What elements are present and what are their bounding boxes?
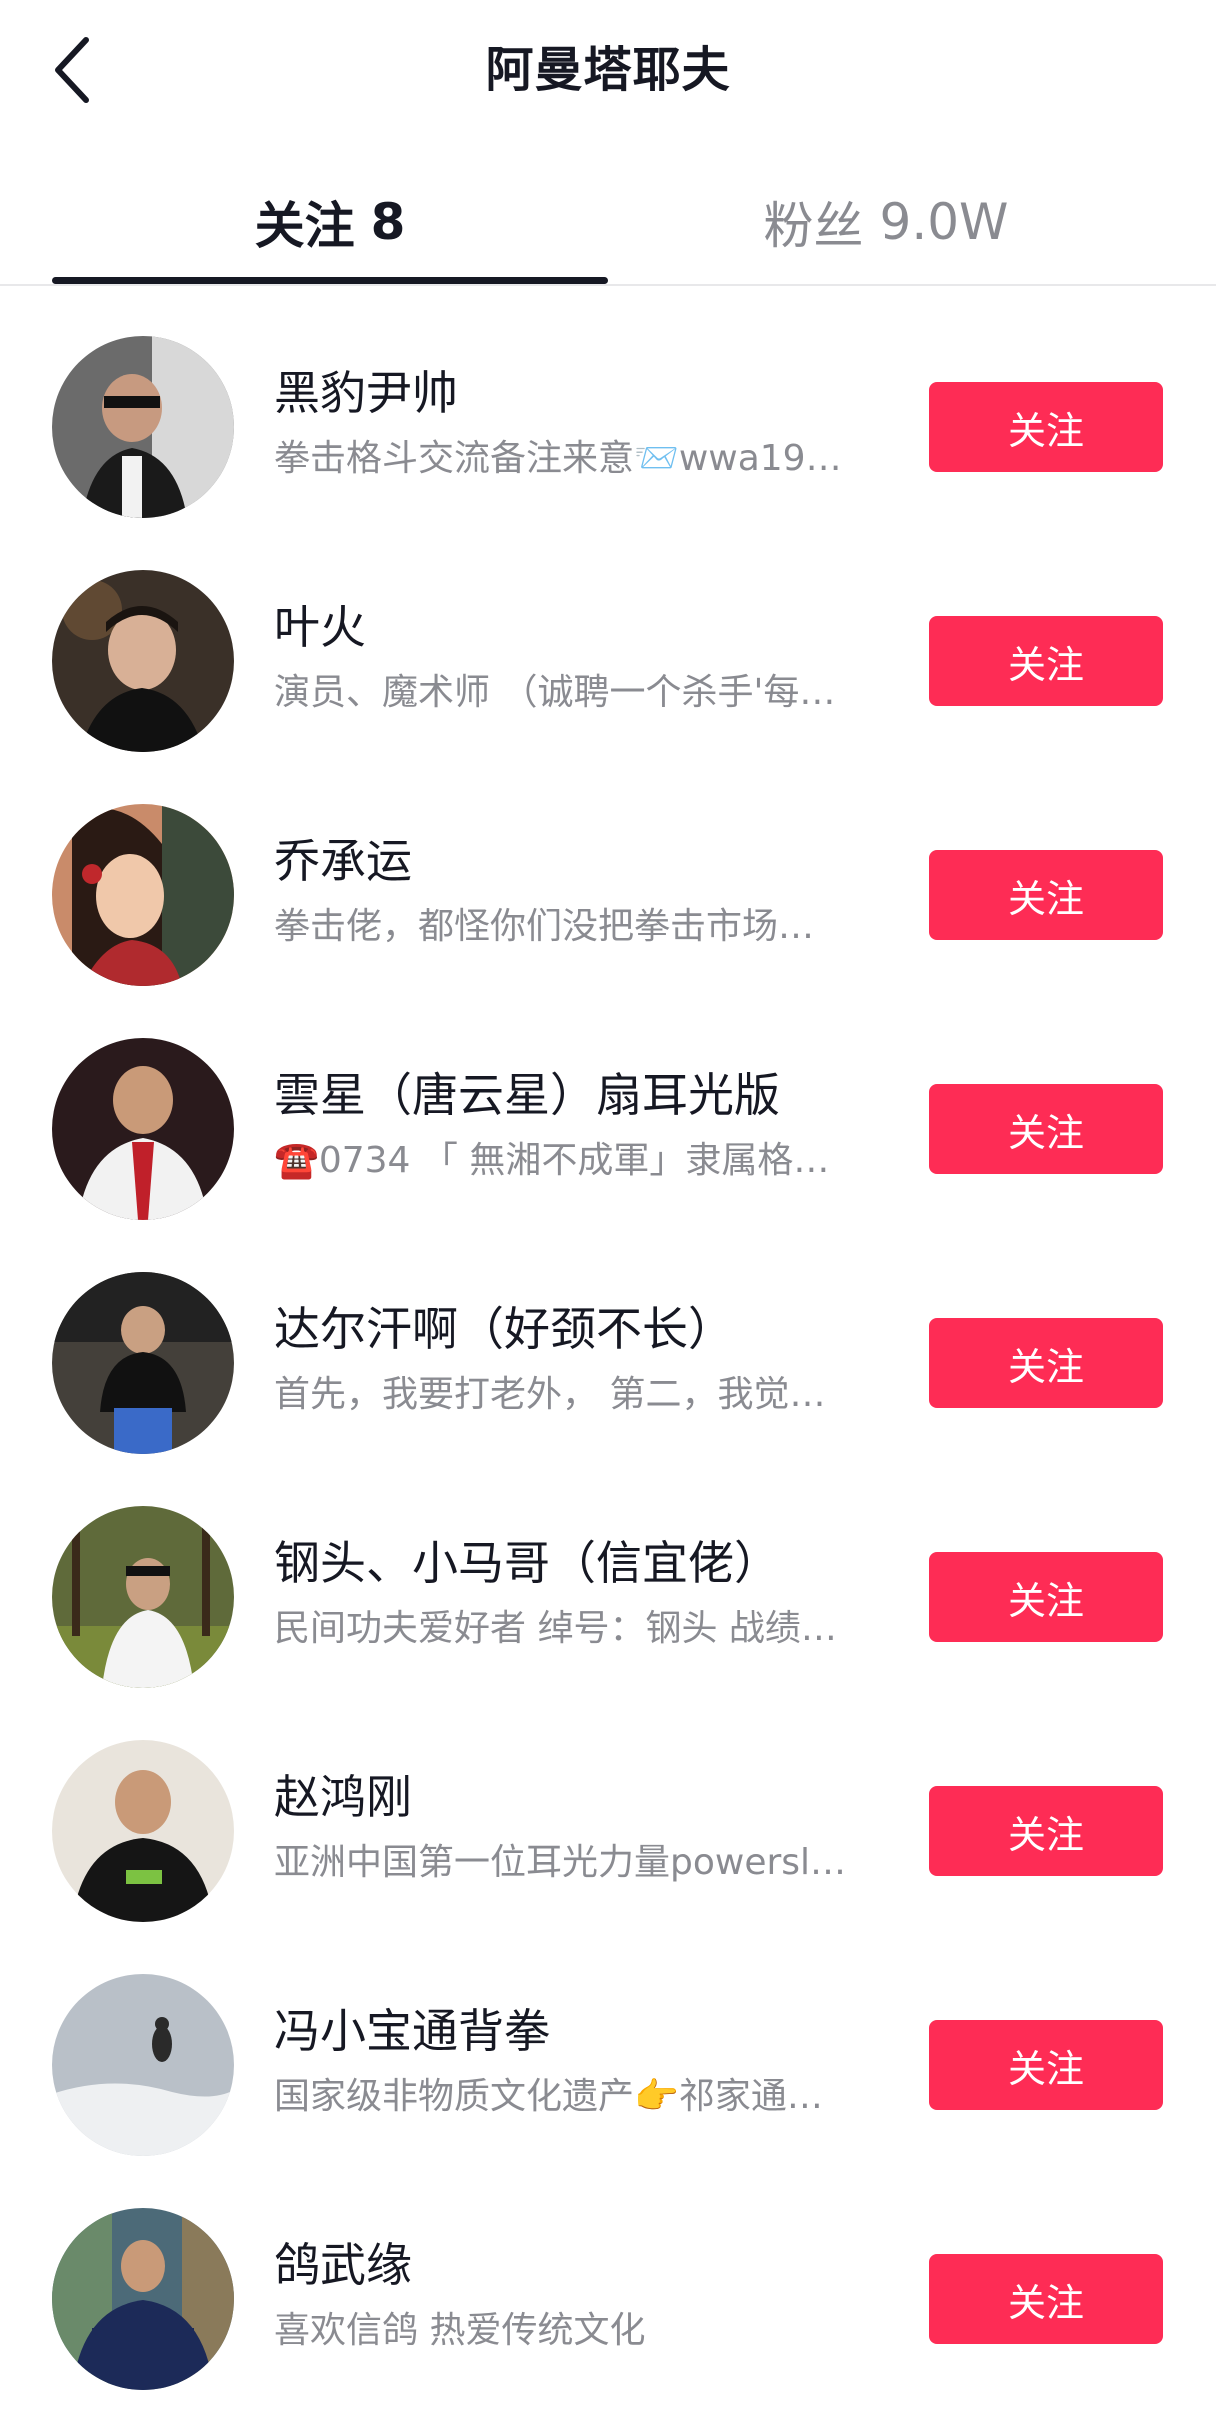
tab-following[interactable]: 关注 8 (52, 160, 608, 284)
user-bio: 国家级非物质文化遗产👉祁家通… (274, 2076, 823, 2117)
avatar[interactable] (52, 570, 234, 752)
follow-button[interactable]: 关注 (929, 2254, 1163, 2344)
user-bio: 首先，我要打老外， 第二，我觉… (274, 1374, 826, 1415)
avatar[interactable] (52, 2208, 234, 2390)
avatar[interactable] (52, 1740, 234, 1922)
user-name[interactable]: 叶火 (274, 598, 884, 656)
tab-fans[interactable]: 粉丝 9.0W (608, 160, 1164, 284)
tab-bar: 关注 8 粉丝 9.0W (0, 160, 1216, 286)
user-name[interactable]: 鸽武缘 (274, 2236, 884, 2294)
follow-button[interactable]: 关注 (929, 1786, 1163, 1876)
user-info: 乔承运 拳击佬，都怪你们没把拳击市场… (274, 832, 884, 950)
user-name[interactable]: 达尔汗啊（好颈不长） (274, 1300, 884, 1358)
user-row[interactable]: 冯小宝通背拳 国家级非物质文化遗产👉祁家通… 关注 (0, 1924, 1216, 2158)
user-name[interactable]: 雲星（唐云星）扇耳光版 (274, 1066, 884, 1124)
user-row[interactable]: 雲星（唐云星）扇耳光版 ☎️0734 「 無湘不成軍」隶属格… 关注 (0, 988, 1216, 1222)
user-info: 赵鸿刚 亚洲中国第一位耳光力量powersl… (274, 1768, 884, 1886)
tab-fans-count: 9.0W (879, 193, 1009, 251)
user-bio: 亚洲中国第一位耳光力量powersl… (274, 1842, 847, 1883)
user-name[interactable]: 冯小宝通背拳 (274, 2002, 884, 2060)
user-row[interactable]: 黑豹尹帅 拳击格斗交流备注来意📨wwa19… 关注 (0, 286, 1216, 520)
follow-button[interactable]: 关注 (929, 2020, 1163, 2110)
top-bar: 阿曼塔耶夫 (0, 0, 1216, 140)
follow-button[interactable]: 关注 (929, 616, 1163, 706)
tab-following-label: 关注 (254, 197, 355, 255)
page-title: 阿曼塔耶夫 (485, 42, 731, 98)
user-name[interactable]: 赵鸿刚 (274, 1768, 884, 1826)
user-row[interactable]: 鸽武缘 喜欢信鸽 热爱传统文化 关注 (0, 2158, 1216, 2392)
user-bio: 演员、魔术师 （诚聘一个杀手'每… (274, 672, 836, 713)
user-info: 鸽武缘 喜欢信鸽 热爱传统文化 (274, 2236, 884, 2354)
user-info: 钢头、小马哥（信宜佬） 民间功夫爱好者 绰号：钢头 战绩… (274, 1534, 884, 1652)
avatar[interactable] (52, 1506, 234, 1688)
avatar[interactable] (52, 1272, 234, 1454)
follow-button[interactable]: 关注 (929, 1552, 1163, 1642)
user-name[interactable]: 黑豹尹帅 (274, 364, 884, 422)
user-info: 达尔汗啊（好颈不长） 首先，我要打老外， 第二，我觉… (274, 1300, 884, 1418)
user-bio: ☎️0734 「 無湘不成軍」隶属格… (274, 1140, 830, 1181)
avatar[interactable] (52, 1038, 234, 1220)
avatar[interactable] (52, 804, 234, 986)
user-row[interactable]: 达尔汗啊（好颈不长） 首先，我要打老外， 第二，我觉… 关注 (0, 1222, 1216, 1456)
user-row[interactable]: 赵鸿刚 亚洲中国第一位耳光力量powersl… 关注 (0, 1690, 1216, 1924)
follow-button[interactable]: 关注 (929, 850, 1163, 940)
tab-fans-label: 粉丝 (763, 197, 864, 255)
user-bio: 拳击格斗交流备注来意📨wwa19… (274, 438, 842, 479)
user-info: 雲星（唐云星）扇耳光版 ☎️0734 「 無湘不成軍」隶属格… (274, 1066, 884, 1184)
user-name[interactable]: 钢头、小马哥（信宜佬） (274, 1534, 884, 1592)
user-info: 叶火 演员、魔术师 （诚聘一个杀手'每… (274, 598, 884, 716)
user-row[interactable]: 钢头、小马哥（信宜佬） 民间功夫爱好者 绰号：钢头 战绩… 关注 (0, 1456, 1216, 1690)
user-row[interactable]: 叶火 演员、魔术师 （诚聘一个杀手'每… 关注 (0, 520, 1216, 754)
user-bio: 拳击佬，都怪你们没把拳击市场… (274, 906, 815, 947)
avatar[interactable] (52, 336, 234, 518)
user-name[interactable]: 乔承运 (274, 832, 884, 890)
follow-button[interactable]: 关注 (929, 1318, 1163, 1408)
user-info: 黑豹尹帅 拳击格斗交流备注来意📨wwa19… (274, 364, 884, 482)
user-bio: 民间功夫爱好者 绰号：钢头 战绩… (274, 1608, 837, 1649)
active-tab-indicator (52, 277, 608, 284)
follow-button[interactable]: 关注 (929, 382, 1163, 472)
avatar[interactable] (52, 1974, 234, 2156)
user-info: 冯小宝通背拳 国家级非物质文化遗产👉祁家通… (274, 2002, 884, 2120)
tab-following-count: 8 (370, 193, 406, 251)
following-list-page: 阿曼塔耶夫 关注 8 粉丝 9.0W 黑豹尹帅 拳击格斗交流备注来意📨wwa19… (0, 0, 1216, 2420)
follow-button[interactable]: 关注 (929, 1084, 1163, 1174)
user-row[interactable]: 乔承运 拳击佬，都怪你们没把拳击市场… 关注 (0, 754, 1216, 988)
user-list: 黑豹尹帅 拳击格斗交流备注来意📨wwa19… 关注 叶火 演员、魔术师 （诚聘一… (0, 286, 1216, 2392)
user-bio: 喜欢信鸽 热爱传统文化 (274, 2310, 646, 2351)
